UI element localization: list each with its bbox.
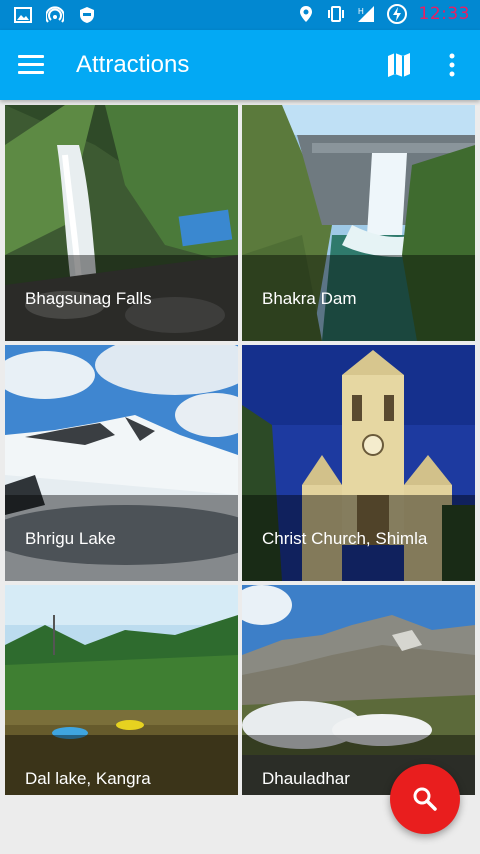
attraction-card-dal-lake-kangra[interactable]: Dal lake, Kangra — [5, 585, 238, 795]
app-bar: Attractions — [0, 30, 480, 100]
status-bar: H 12:33 — [0, 0, 480, 30]
more-vert-icon[interactable] — [440, 50, 464, 80]
location-icon — [299, 6, 312, 22]
attraction-name: Bhagsunag Falls — [25, 289, 152, 308]
wifi-hotspot-icon — [46, 6, 64, 23]
attraction-card-dhauladhar[interactable]: Dhauladhar — [242, 585, 475, 795]
map-icon[interactable] — [384, 50, 414, 80]
attraction-card-christ-church-shimla[interactable]: Christ Church, Shimla — [242, 345, 475, 581]
status-clock: 12:33 — [418, 4, 470, 24]
menu-icon[interactable] — [18, 50, 50, 80]
signal-icon: H — [357, 6, 374, 22]
attraction-name: Bhrigu Lake — [25, 529, 116, 548]
page-title: Attractions — [76, 51, 190, 78]
shield-icon — [80, 7, 94, 23]
attraction-card-bhrigu-lake[interactable]: Bhrigu Lake — [5, 345, 238, 581]
attraction-grid: Bhagsunag Falls Bhakra Dam Bhrigu Lake C… — [5, 105, 475, 795]
attraction-card-bhagsunag-falls[interactable]: Bhagsunag Falls — [5, 105, 238, 341]
attraction-name: Dal lake, Kangra — [25, 769, 151, 788]
attraction-name: Christ Church, Shimla — [262, 529, 428, 548]
battery-charging-icon — [386, 4, 407, 24]
vibrate-icon — [327, 6, 344, 22]
attraction-card-bhakra-dam[interactable]: Bhakra Dam — [242, 105, 475, 341]
attraction-name: Bhakra Dam — [262, 289, 357, 308]
search-icon — [413, 787, 437, 811]
attraction-name: Dhauladhar — [262, 769, 350, 788]
image-icon — [14, 7, 32, 23]
svg-text:H: H — [358, 7, 364, 16]
search-fab-button[interactable] — [390, 764, 460, 834]
